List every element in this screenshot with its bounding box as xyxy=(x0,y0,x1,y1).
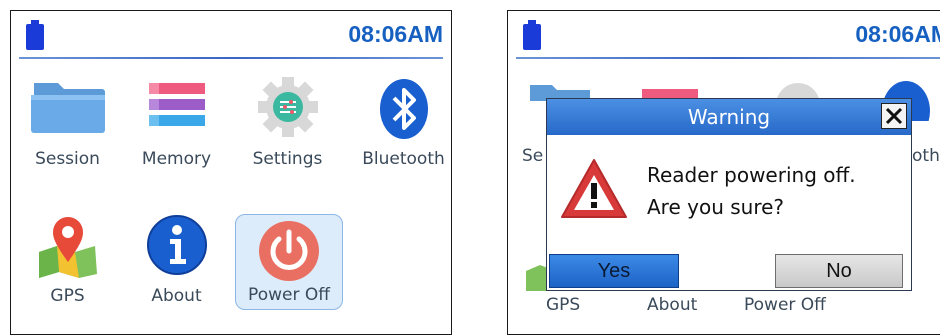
clock: 08:06AM xyxy=(348,21,443,47)
warning-dialog: Warning Reader powering off. Are you sur… xyxy=(546,98,912,291)
menu-item-gps[interactable]: GPS xyxy=(15,214,120,306)
memory-icon xyxy=(148,83,205,126)
dialog-message: Reader powering off. Are you sure? xyxy=(647,159,907,223)
menu-item-label: Bluetooth xyxy=(362,149,445,169)
battery-icon xyxy=(523,20,541,50)
gear-icon xyxy=(257,77,318,137)
status-divider xyxy=(516,57,940,59)
dialog-message-line-2: Are you sure? xyxy=(647,195,785,219)
menu-item-label-bluetooth-partial: oth xyxy=(912,146,940,166)
status-bar: 08:06AM xyxy=(508,11,940,59)
info-icon xyxy=(146,215,207,275)
battery-icon xyxy=(26,20,44,50)
menu-item-settings[interactable]: Settings xyxy=(235,77,340,169)
menu-item-about[interactable]: About xyxy=(124,214,229,306)
dialog-message-line-1: Reader powering off. xyxy=(647,163,856,187)
menu-item-label: Memory xyxy=(141,149,212,169)
menu-item-label-power-off-partial: Power Off xyxy=(744,295,826,315)
close-icon xyxy=(885,107,903,125)
menu-item-session[interactable]: Session xyxy=(15,77,120,169)
menu-item-bluetooth[interactable]: Bluetooth xyxy=(351,77,451,169)
menu-item-label-gps-partial: GPS xyxy=(546,295,581,315)
dialog-title: Warning xyxy=(687,105,771,129)
device-screen-power-off-confirm: 08:06AM Se oth GPS About Power Off Warni… xyxy=(507,10,940,335)
menu-item-label: About xyxy=(151,286,202,306)
folder-icon xyxy=(30,83,105,133)
close-button[interactable] xyxy=(881,103,907,129)
map-pin-icon xyxy=(38,217,97,278)
warning-triangle-icon xyxy=(561,159,627,218)
device-screen-main-menu: 08:06AM Session Memory Settings Bluetoot… xyxy=(10,10,452,335)
bluetooth-icon xyxy=(379,79,428,139)
power-icon xyxy=(259,221,319,281)
clock: 08:06AM xyxy=(855,21,940,47)
menu-item-label-about-partial: About xyxy=(647,295,698,315)
yes-button[interactable]: Yes xyxy=(549,254,679,288)
no-button[interactable]: No xyxy=(775,254,903,288)
menu-item-memory[interactable]: Memory xyxy=(124,77,229,169)
menu-item-power-off[interactable]: Power Off xyxy=(235,214,343,310)
dialog-titlebar: Warning xyxy=(547,99,911,135)
status-bar: 08:06AM xyxy=(11,11,451,59)
menu-item-label-session-partial: Se xyxy=(522,146,544,166)
menu-item-label: Settings xyxy=(252,149,323,169)
status-divider xyxy=(19,57,443,59)
menu-item-label: Power Off xyxy=(248,285,330,305)
